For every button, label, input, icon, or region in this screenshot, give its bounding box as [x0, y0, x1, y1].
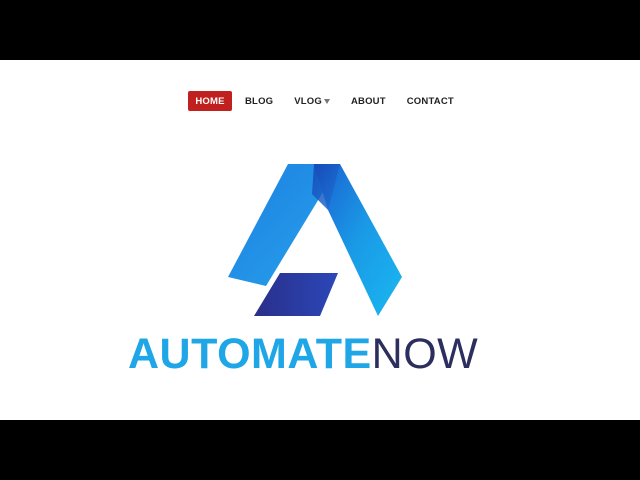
- nav-item-about-label: ABOUT: [350, 95, 386, 107]
- nav-item-contact-label: CONTACT: [406, 95, 454, 107]
- nav-item-home[interactable]: HOME: [188, 91, 232, 111]
- main-navigation: HOME BLOG VLOG ABOUT CONTACT: [188, 91, 454, 111]
- wordmark-now: NOW: [371, 330, 479, 378]
- nav-item-blog[interactable]: BLOG: [245, 91, 273, 111]
- automatenow-a-logo-icon[interactable]: [228, 164, 402, 316]
- letterbox-top: [0, 0, 640, 60]
- letterbox-bottom: [0, 420, 640, 480]
- brand-wordmark: AUTOMATENOW: [128, 330, 500, 378]
- nav-item-contact[interactable]: CONTACT: [407, 91, 454, 111]
- nav-item-home-label: HOME: [195, 95, 225, 107]
- nav-item-about[interactable]: ABOUT: [351, 91, 386, 111]
- nav-item-vlog-label: VLOG: [294, 95, 322, 107]
- web-page: HOME BLOG VLOG ABOUT CONTACT AUTOMATENOW: [0, 60, 640, 420]
- chevron-down-icon: [323, 99, 330, 104]
- wordmark-automate: AUTOMATE: [128, 330, 372, 378]
- nav-item-vlog[interactable]: VLOG: [294, 91, 330, 111]
- nav-item-blog-label: BLOG: [245, 95, 274, 107]
